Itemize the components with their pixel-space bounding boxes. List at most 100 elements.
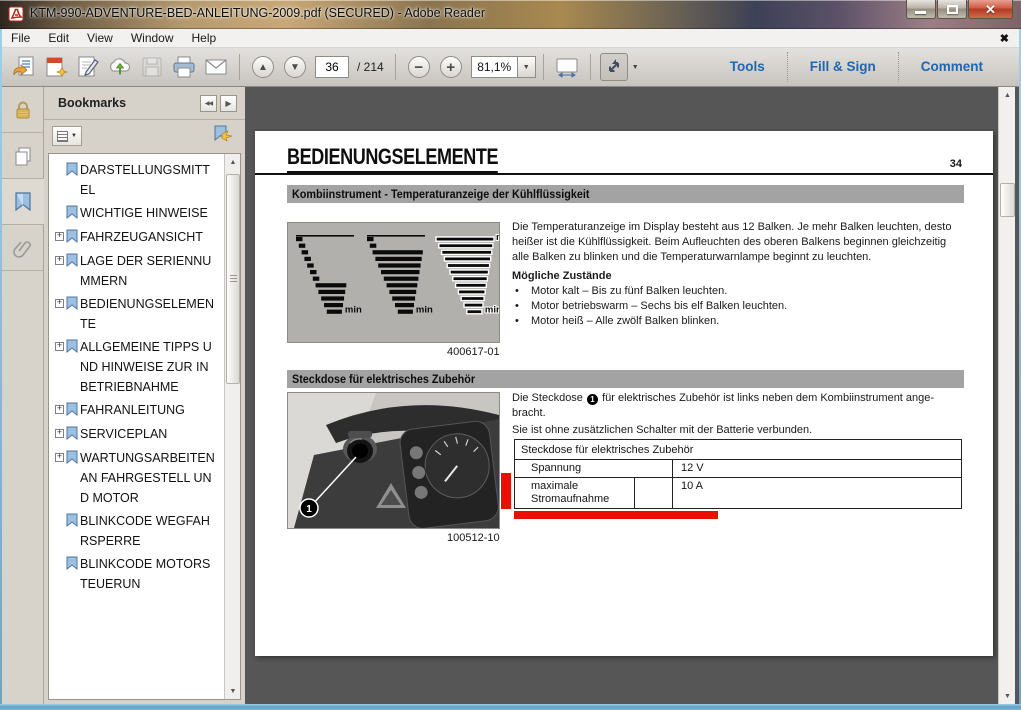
bookmark-item[interactable]: FAHRZEUGANSICHT [49,227,225,248]
page-number-input[interactable] [315,56,349,78]
page-heading: BEDIENUNGSELEMENTE [287,144,498,174]
power-socket-figure: 1 [287,392,500,529]
tools-button[interactable]: Tools [708,54,787,80]
navigation-tab-strip [2,87,44,704]
scroll-down-icon[interactable]: ▼ [999,688,1016,704]
menu-view[interactable]: View [78,29,122,48]
zoom-in-button[interactable]: + [440,56,462,78]
expand-panel-button[interactable]: ▶ [220,95,237,112]
expand-plus-icon[interactable] [55,453,64,462]
red-annotation-underline [514,511,718,519]
expand-plus-icon[interactable] [55,256,64,265]
tab-security[interactable] [2,87,44,133]
bookmark-item[interactable]: WARTUNGSARBEITEN AN FAHRGESTELL UND MOTO… [49,448,225,508]
title-bar: KTM-990-ADVENTURE-BED-ANLEITUNG-2009.pdf… [0,0,1021,29]
document-scrollbar[interactable]: ▲ ▼ [998,87,1015,704]
expand-plus-icon[interactable] [55,405,64,414]
section-title-bar: Steckdose für elektrisches Zubehör [287,370,964,388]
section2-text: Die Steckdose 1 für elektrisches Zubehör… [512,391,964,438]
cloud-upload-button[interactable] [106,53,134,81]
minimize-button[interactable] [906,0,936,19]
fill-sign-button[interactable]: Fill & Sign [788,54,898,80]
callout-1-icon: 1 [587,394,598,405]
tab-attachments[interactable] [2,225,44,271]
bookmarks-scrollbar-thumb[interactable] [226,174,240,384]
document-area: BEDIENUNGSELEMENTE 34 Kombiinstrument - … [245,87,1019,704]
tab-bookmarks[interactable] [2,179,45,225]
table-row: maximale Stromaufnahme 10 A [515,478,961,508]
expand-plus-icon[interactable] [55,232,64,241]
callout-1: 1 [306,504,312,515]
reading-mode-button[interactable] [600,53,628,81]
svg-text:min: min [485,305,499,316]
bookmark-item[interactable]: DARSTELLUNGSMITTEL [49,160,225,200]
fit-width-button[interactable] [553,53,581,81]
temperature-gauge-figure: minminminmax [287,222,500,343]
bookmark-flag-icon [66,511,80,551]
comment-button[interactable]: Comment [899,54,1005,80]
collapse-panel-button[interactable]: ◀◀ [200,95,217,112]
figure-caption: 400617-01 [447,346,500,358]
paperclip-icon [13,238,33,258]
sign-button[interactable] [74,53,102,81]
adobe-reader-icon [8,6,24,27]
tab-pages[interactable] [2,133,44,179]
scroll-down-icon[interactable]: ▼ [226,684,240,698]
scroll-up-icon[interactable]: ▲ [226,155,240,169]
menu-window[interactable]: Window [122,29,183,48]
spec-table-header: Steckdose für elektrisches Zubehör [515,440,961,460]
menu-edit[interactable]: Edit [39,29,78,48]
down-arrow-icon: ▼ [290,62,300,73]
bookmark-item[interactable]: BEDIENUNGSELEMENTE [49,294,225,334]
bookmark-item[interactable]: ALLGEMEINE TIPPS UND HINWEISE ZUR INBETR… [49,337,225,397]
expand-plus-icon[interactable] [55,299,64,308]
up-arrow-icon: ▲ [258,62,268,73]
paragraph: Die Temperaturanzeige im Display besteht… [512,220,964,265]
maximize-button[interactable] [937,0,967,19]
bookmark-flag-icon [66,337,80,397]
svg-text:max: max [496,232,499,243]
figure-caption: 100512-10 [447,532,500,544]
bookmarks-list: DARSTELLUNGSMITTEL WICHTIGE HINWEISE FAH… [48,153,241,700]
email-button[interactable] [202,53,230,81]
bookmarks-panel: Bookmarks ◀◀ ▶ ▼ [44,87,245,704]
menu-file[interactable]: File [2,29,39,48]
print-button[interactable] [170,53,198,81]
next-page-button[interactable]: ▼ [284,56,306,78]
create-pdf-button[interactable] [42,53,70,81]
bookmarks-panel-title: Bookmarks [58,96,126,110]
bookmark-item[interactable]: LAGE DER SERIENNUMMERN [49,251,225,291]
page-number: 34 [950,158,962,170]
minimize-icon [915,11,926,14]
expand-plus-icon[interactable] [55,429,64,438]
bookmark-flag-icon [66,448,80,508]
toolbar: ▲ ▼ / 214 − + 81,1% ▼ ▼ Tools Fill & Sig… [2,48,1019,87]
expand-plus-icon[interactable] [55,342,64,351]
bookmark-item[interactable]: FAHRANLEITUNG [49,400,225,421]
close-document-icon[interactable]: ✖ [1000,32,1009,45]
zoom-level-value[interactable]: 81,1% [471,56,518,78]
bookmarks-options-button[interactable]: ▼ [52,126,82,146]
zoom-out-button[interactable]: − [408,56,430,78]
svg-text:min: min [416,305,433,316]
new-bookmark-button[interactable] [213,125,233,148]
scroll-up-icon[interactable]: ▲ [999,87,1016,103]
bookmark-item[interactable]: WICHTIGE HINWEISE [49,203,225,224]
previous-page-button[interactable]: ▲ [252,56,274,78]
open-button[interactable] [10,53,38,81]
bookmark-item[interactable]: BLINKCODE MOTORSTEUERUN [49,554,225,594]
adobe-reader-window: KTM-990-ADVENTURE-BED-ANLEITUNG-2009.pdf… [0,0,1021,710]
save-button[interactable] [138,53,166,81]
minus-icon: − [414,60,423,75]
bullet-item: Motor heiß – Alle zwölf Balken blinken. [512,314,964,329]
document-scrollbar-thumb[interactable] [1000,183,1015,217]
menu-help[interactable]: Help [183,29,226,48]
bookmarks-options-row: ▼ [44,121,245,151]
close-button[interactable]: ✕ [968,0,1013,19]
zoom-dropdown-button[interactable]: ▼ [518,56,536,78]
bookmark-item[interactable]: BLINKCODE WEGFAHRSPERRE [49,511,225,551]
bookmark-item[interactable]: SERVICEPLAN [49,424,225,445]
reading-mode-caret-icon[interactable]: ▼ [632,64,639,71]
caret-down-icon: ▼ [71,133,77,139]
bookmarks-scrollbar[interactable]: ▲ ▼ [224,154,240,699]
